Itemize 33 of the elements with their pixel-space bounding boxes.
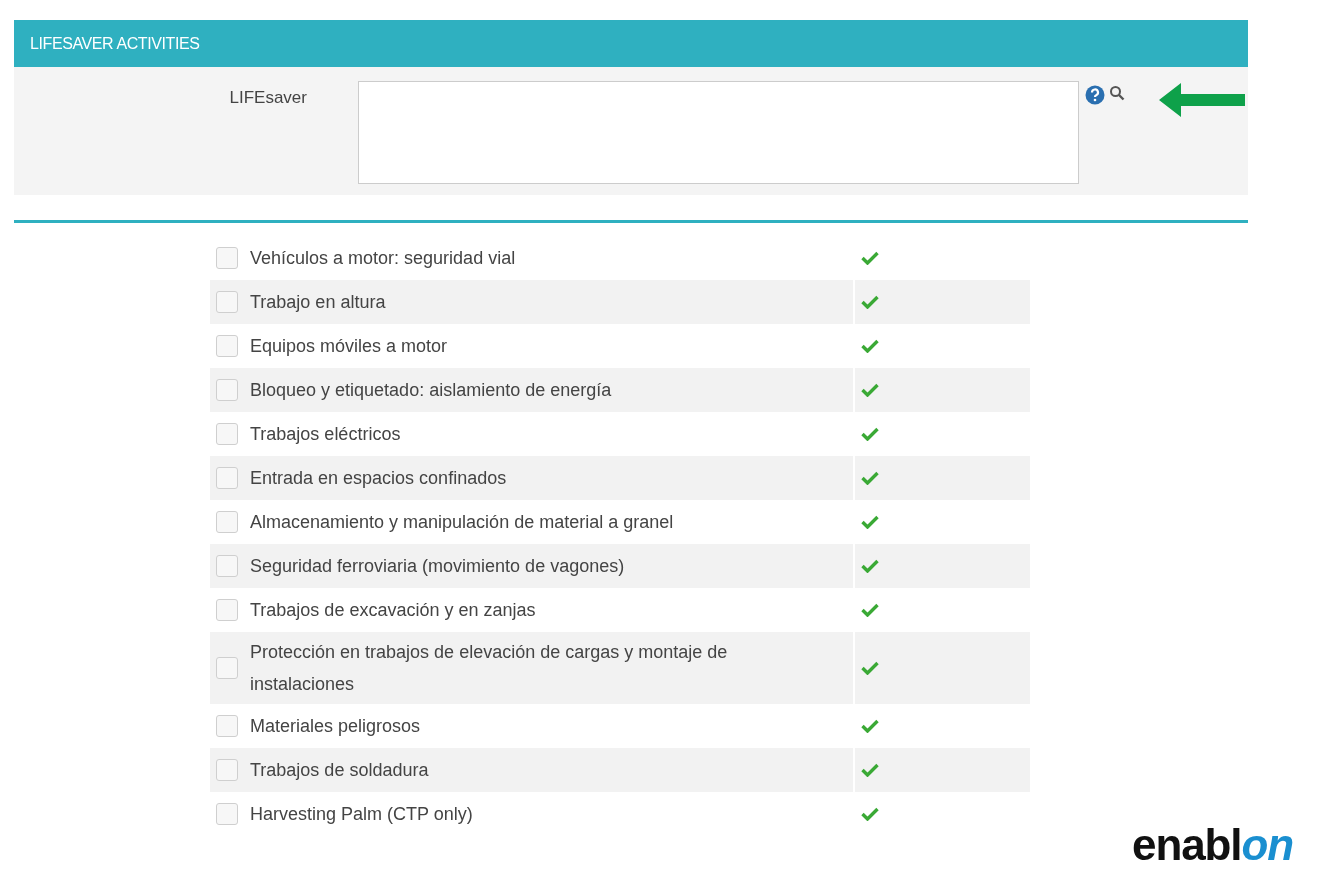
checkbox[interactable]	[216, 599, 238, 621]
activity-label: Vehículos a motor: seguridad vial	[250, 247, 516, 270]
checkbox[interactable]	[216, 715, 238, 737]
activity-label: Almacenamiento y manipulación de material a granel	[250, 511, 674, 534]
activity-label: Trabajos de soldadura	[250, 759, 429, 782]
input-field[interactable]	[358, 81, 1079, 184]
checkbox[interactable]	[216, 657, 238, 679]
activity-label: Harvesting Palm (CTP only)	[250, 803, 473, 826]
checkbox[interactable]	[216, 423, 238, 445]
activity-label: Materiales peligrosos	[250, 715, 421, 738]
activity-label: Equipos móviles a motor	[250, 335, 448, 358]
search-icon[interactable]	[1109, 85, 1125, 101]
checkbox[interactable]	[216, 335, 238, 357]
checkbox[interactable]	[216, 555, 238, 577]
activity-label: Trabajos de excavación y en zanjas	[250, 599, 536, 622]
section-title: LIFESAVER ACTIVITIES	[30, 33, 200, 54]
help-icon[interactable]	[1085, 85, 1105, 105]
activity-label: Entrada en espacios confinados	[250, 467, 507, 490]
checkbox[interactable]	[216, 467, 238, 489]
arrow-icon	[1159, 83, 1245, 117]
logo: enablon	[1132, 819, 1293, 871]
activity-label: Protección en trabajos de elevación de cargas y montaje de instalaciones	[250, 641, 729, 696]
field-label: LIFEsaver	[229, 87, 307, 109]
activity-label: Bloqueo y etiquetado: aislamiento de energía	[250, 379, 612, 402]
checkbox[interactable]	[216, 379, 238, 401]
activity-label: Seguridad ferroviaria (movimiento de vagones)	[250, 555, 625, 578]
activity-label: Trabajos eléctricos	[250, 423, 401, 446]
checkbox[interactable]	[216, 511, 238, 533]
activity-label: Trabajo en altura	[250, 291, 386, 314]
checkbox[interactable]	[216, 759, 238, 781]
checkbox[interactable]	[216, 247, 238, 269]
checkbox[interactable]	[216, 803, 238, 825]
checkbox[interactable]	[216, 291, 238, 313]
